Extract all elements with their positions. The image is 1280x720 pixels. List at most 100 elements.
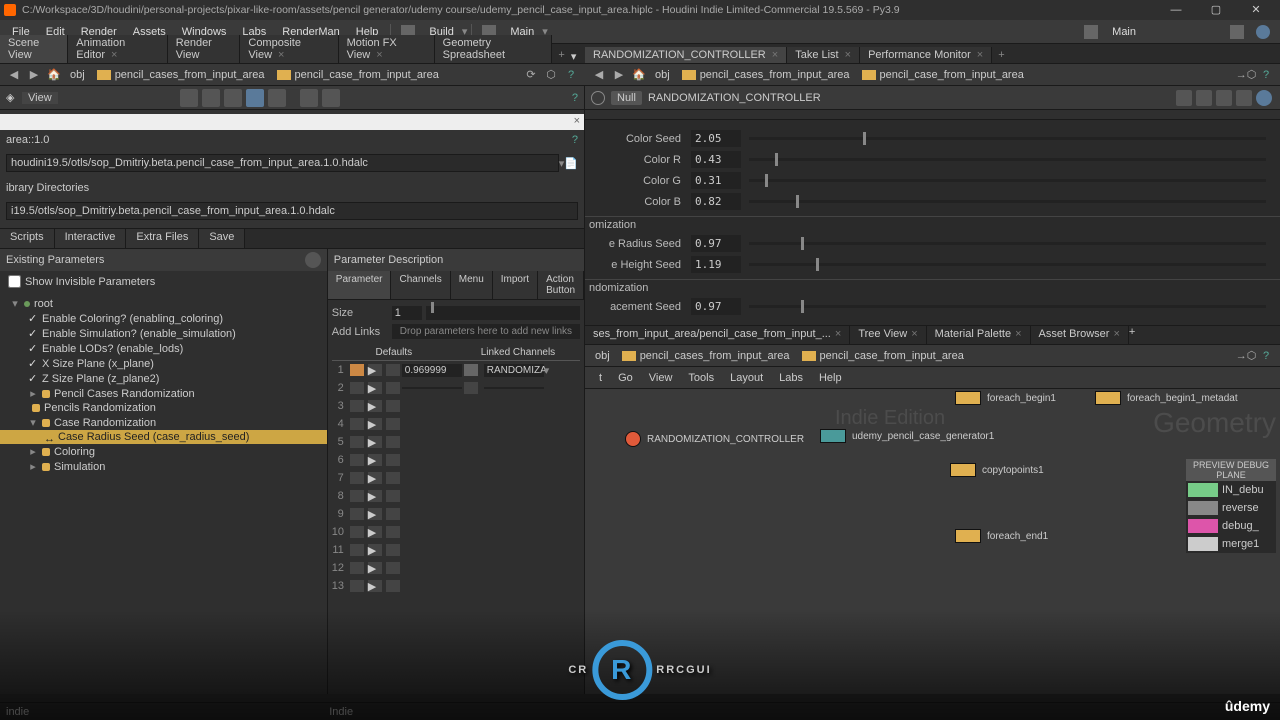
slider-value[interactable]: 0.97 bbox=[691, 235, 741, 252]
help-icon-r[interactable]: ? bbox=[1258, 67, 1274, 83]
node-foreach-end[interactable]: foreach_end1 bbox=[955, 529, 1048, 543]
help-icon2[interactable]: ? bbox=[563, 67, 579, 83]
persp-icon[interactable]: ◈ bbox=[6, 91, 22, 104]
params-gear-icon[interactable] bbox=[305, 252, 321, 268]
dtab-import[interactable]: Import bbox=[493, 271, 538, 299]
net-menu-labs[interactable]: Labs bbox=[771, 372, 811, 384]
net-menu-layout[interactable]: Layout bbox=[722, 372, 771, 384]
slider-track[interactable] bbox=[749, 137, 1266, 140]
slider-value[interactable]: 0.82 bbox=[691, 193, 741, 210]
dtab-action-button[interactable]: Action Button bbox=[538, 271, 584, 299]
tab-composite-view[interactable]: Composite View× bbox=[240, 35, 338, 63]
help-icon4[interactable] bbox=[1256, 90, 1272, 106]
tab-scene-view[interactable]: Scene View bbox=[0, 35, 68, 63]
hda-path-input[interactable] bbox=[6, 154, 559, 172]
tab-animation-editor[interactable]: Animation Editor× bbox=[68, 35, 168, 63]
tree-folder[interactable]: Pencils Randomization bbox=[0, 401, 327, 415]
slider-value[interactable]: 0.97 bbox=[691, 298, 741, 315]
tab-extra-files[interactable]: Extra Files bbox=[126, 229, 199, 248]
net-pin-icon[interactable]: →⬡ bbox=[1238, 348, 1254, 364]
close-button[interactable]: ✕ bbox=[1236, 0, 1276, 20]
size-value[interactable]: 1 bbox=[392, 306, 422, 320]
curve-icon[interactable] bbox=[224, 89, 242, 107]
net-menu-view[interactable]: View bbox=[641, 372, 681, 384]
tree-item[interactable]: ✓Z Size Plane (z_plane2) bbox=[0, 371, 327, 386]
dtab-parameter[interactable]: Parameter bbox=[328, 271, 392, 299]
slider-track[interactable] bbox=[749, 200, 1266, 203]
cursor-icon[interactable] bbox=[202, 89, 220, 107]
minimize-button[interactable]: — bbox=[1156, 0, 1196, 20]
slider-track[interactable] bbox=[749, 242, 1266, 245]
net-menu-help[interactable]: Help bbox=[811, 372, 850, 384]
region-icon[interactable] bbox=[268, 89, 286, 107]
pin-icon[interactable]: ⬡ bbox=[543, 67, 559, 83]
slider-value[interactable]: 2.05 bbox=[691, 130, 741, 147]
tab-performance-monitor[interactable]: Performance Monitor× bbox=[860, 47, 992, 63]
close-dialog-icon[interactable]: × bbox=[574, 115, 580, 127]
linked-channel[interactable]: RANDOMIZA bbox=[484, 364, 544, 377]
key-icon[interactable] bbox=[350, 364, 364, 376]
tab-scripts[interactable]: Scripts bbox=[0, 229, 55, 248]
net-crumb-obj[interactable]: obj bbox=[589, 350, 616, 362]
radial-main-r[interactable]: Main bbox=[1104, 20, 1144, 44]
help-icon[interactable] bbox=[1256, 25, 1270, 39]
net-menu-t[interactable]: t bbox=[591, 372, 610, 384]
tab-save[interactable]: Save bbox=[199, 229, 245, 248]
slider-track[interactable] bbox=[749, 305, 1266, 308]
slider-track[interactable] bbox=[749, 158, 1266, 161]
hda-help-icon[interactable]: ? bbox=[572, 134, 578, 146]
filter-icon[interactable] bbox=[1196, 90, 1212, 106]
show-invisible-checkbox[interactable] bbox=[8, 275, 21, 288]
sync-icon[interactable]: ⟳ bbox=[523, 67, 539, 83]
ntab-path[interactable]: ses_from_input_area/pencil_case_from_inp… bbox=[585, 326, 850, 344]
node-name-field[interactable]: RANDOMIZATION_CONTROLLER bbox=[648, 92, 1174, 104]
tab-interactive[interactable]: Interactive bbox=[55, 229, 127, 248]
nav-fwd[interactable]: ▶ bbox=[26, 67, 42, 83]
crumb-obj-r[interactable]: obj bbox=[649, 69, 676, 81]
tree-folder[interactable]: ▸Pencil Cases Randomization bbox=[0, 386, 327, 401]
radial-icon2[interactable] bbox=[1084, 25, 1098, 39]
browse-icon[interactable]: 📄 bbox=[564, 157, 578, 170]
crumb-case-r[interactable]: pencil_case_from_input_area bbox=[856, 69, 1030, 81]
play-icon[interactable]: ▶ bbox=[368, 364, 382, 376]
view-label[interactable]: View bbox=[22, 92, 58, 104]
ntab-asset-browser[interactable]: Asset Browser× bbox=[1031, 326, 1129, 344]
tree-item[interactable]: ✓X Size Plane (x_plane) bbox=[0, 356, 327, 371]
settings-icon[interactable] bbox=[1230, 25, 1244, 39]
net-menu-tools[interactable]: Tools bbox=[680, 372, 722, 384]
node-foreach-meta[interactable]: foreach_begin1_metadat bbox=[1095, 391, 1238, 405]
grid-icon[interactable] bbox=[246, 89, 264, 107]
tree-item[interactable]: ✓Enable LODs? (enable_lods) bbox=[0, 341, 327, 356]
nav-back[interactable]: ◀ bbox=[6, 67, 22, 83]
tab-render-view[interactable]: Render View bbox=[168, 35, 241, 63]
light-icon[interactable] bbox=[300, 89, 318, 107]
slider-value[interactable]: 0.31 bbox=[691, 172, 741, 189]
pointer-icon[interactable] bbox=[180, 89, 198, 107]
crumb-cases-r[interactable]: pencil_cases_from_input_area bbox=[676, 69, 856, 81]
net-menu-go[interactable]: Go bbox=[610, 372, 641, 384]
home-icon-r[interactable]: 🏠 bbox=[631, 67, 647, 83]
crumb-case[interactable]: pencil_case_from_input_area bbox=[271, 69, 445, 81]
net-crumb-case[interactable]: pencil_case_from_input_area bbox=[796, 350, 970, 362]
node-controller[interactable]: RANDOMIZATION_CONTROLLER bbox=[625, 431, 804, 447]
pane-menu-left[interactable]: ▾ bbox=[571, 50, 585, 63]
tab-motionfx-view[interactable]: Motion FX View× bbox=[339, 35, 435, 63]
tree-item[interactable]: ✓Enable Coloring? (enabling_coloring) bbox=[0, 311, 327, 326]
node-foreach-begin[interactable]: foreach_begin1 bbox=[955, 391, 1056, 405]
tab-take-list[interactable]: Take List× bbox=[787, 47, 860, 63]
tree-root[interactable]: ▾root bbox=[0, 296, 327, 311]
tree-item[interactable]: ✓Enable Simulation? (enable_simulation) bbox=[0, 326, 327, 341]
gear-icon[interactable] bbox=[322, 89, 340, 107]
pin-icon-r[interactable]: →⬡ bbox=[1238, 67, 1254, 83]
net-help-icon[interactable]: ? bbox=[1258, 348, 1274, 364]
dtab-channels[interactable]: Channels bbox=[391, 271, 450, 299]
tree-folder[interactable]: ▾Case Randomization bbox=[0, 415, 327, 430]
addlinks-dropzone[interactable]: Drop parameters here to add new links bbox=[392, 324, 580, 339]
tab-geometry-spreadsheet[interactable]: Geometry Spreadsheet bbox=[435, 35, 553, 63]
list-icon[interactable] bbox=[386, 364, 400, 376]
slider-track[interactable] bbox=[749, 179, 1266, 182]
tree-folder[interactable]: ▸Simulation bbox=[0, 459, 327, 474]
lib-dirs-input[interactable] bbox=[6, 202, 578, 220]
node-copytopoints[interactable]: copytopoints1 bbox=[950, 463, 1044, 477]
default-value[interactable]: 0.969999 bbox=[402, 364, 462, 377]
